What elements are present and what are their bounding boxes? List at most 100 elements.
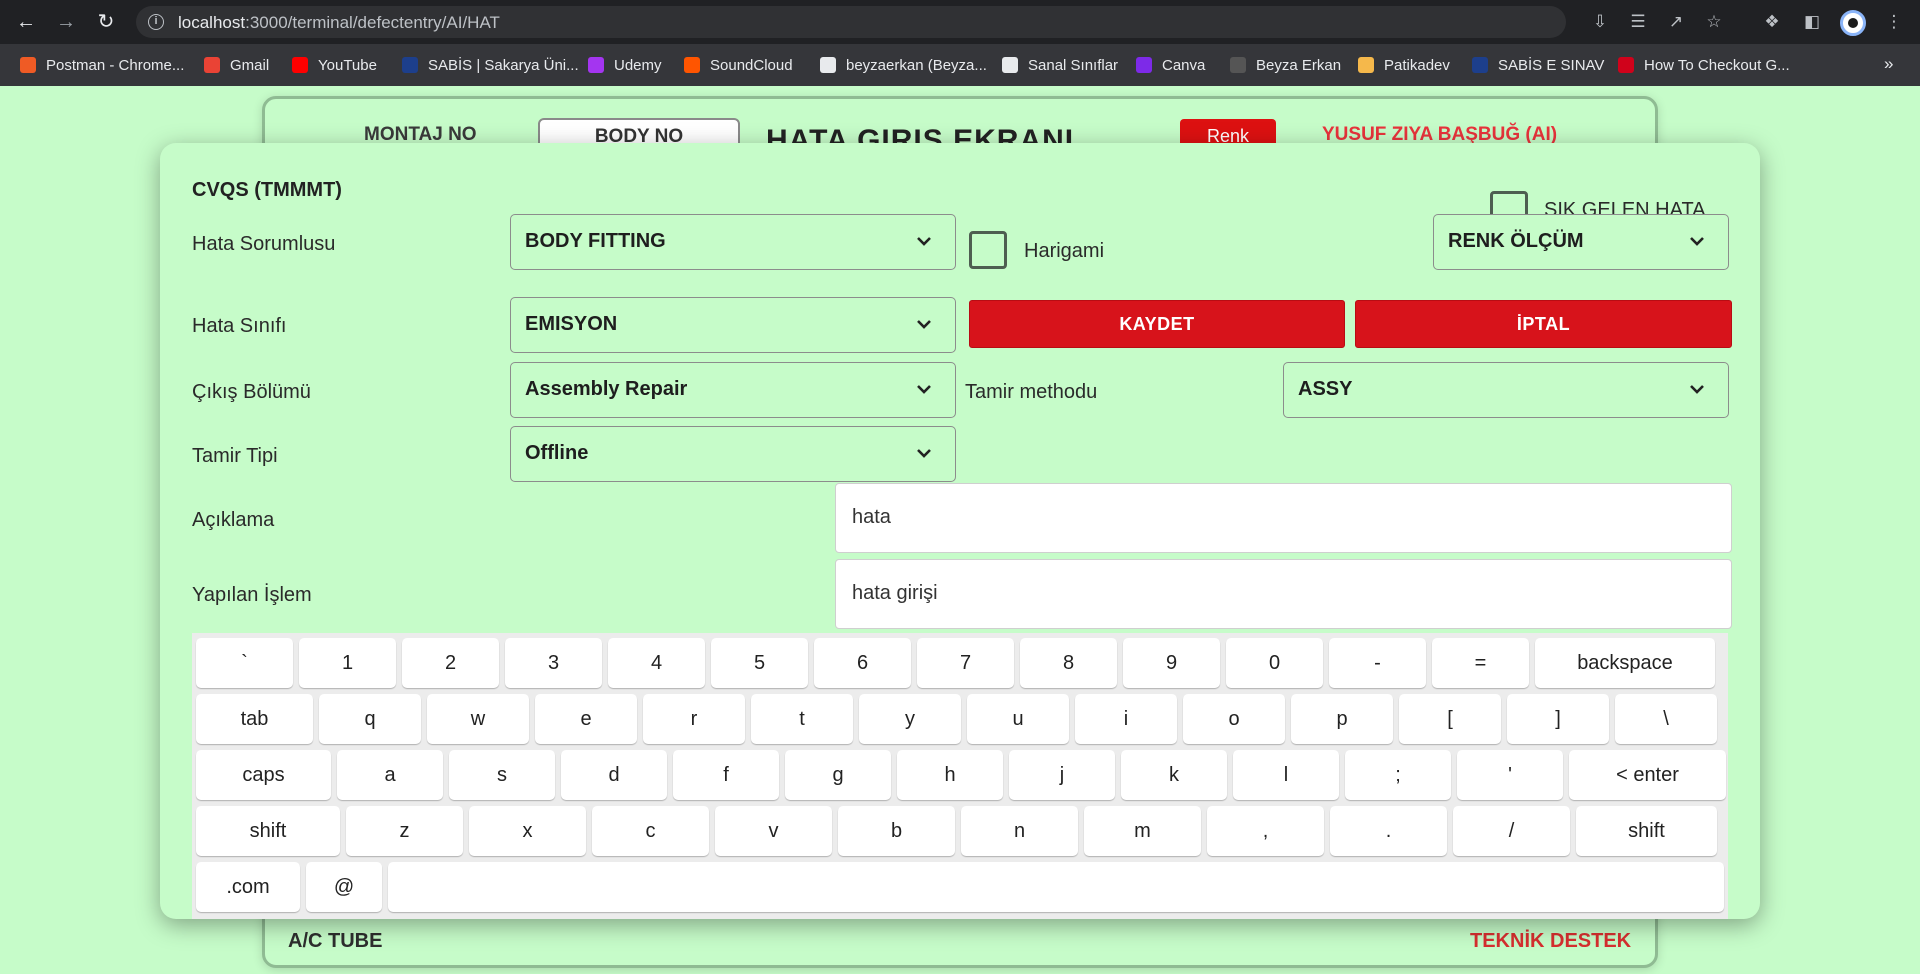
key-w[interactable]: w xyxy=(427,694,529,744)
key-quote[interactable]: ' xyxy=(1457,750,1563,800)
bookmark-star-icon[interactable]: ☆ xyxy=(1702,10,1726,34)
install-icon[interactable]: ⇩ xyxy=(1588,10,1612,34)
key-5[interactable]: 5 xyxy=(711,638,808,688)
key-dotcom[interactable]: .com xyxy=(196,862,300,912)
key-shift-left[interactable]: shift xyxy=(196,806,340,856)
cikis-bolumu-value: Assembly Repair xyxy=(525,378,688,400)
key-open-bracket[interactable]: [ xyxy=(1399,694,1501,744)
hata-sinifi-select[interactable]: EMISYON xyxy=(510,297,956,353)
iptal-button[interactable]: İPTAL xyxy=(1355,300,1732,348)
forward-icon[interactable]: → xyxy=(52,8,80,36)
back-icon[interactable]: ← xyxy=(12,8,40,36)
key-u[interactable]: u xyxy=(967,694,1069,744)
extensions-icon[interactable]: ❖ xyxy=(1760,10,1784,34)
bookmark-item[interactable]: SoundCloud xyxy=(684,55,793,75)
key-semicolon[interactable]: ; xyxy=(1345,750,1451,800)
key-o[interactable]: o xyxy=(1183,694,1285,744)
renk-olcum-select[interactable]: RENK ÖLÇÜM xyxy=(1433,214,1729,270)
key-minus[interactable]: - xyxy=(1329,638,1426,688)
bookmark-item[interactable]: Beyza Erkan xyxy=(1230,55,1341,75)
key-m[interactable]: m xyxy=(1084,806,1201,856)
tamir-tipi-select[interactable]: Offline xyxy=(510,426,956,482)
side-panel-icon[interactable]: ◧ xyxy=(1800,10,1824,34)
bookmark-label: How To Checkout G... xyxy=(1644,56,1790,74)
key-f[interactable]: f xyxy=(673,750,779,800)
key-c[interactable]: c xyxy=(592,806,709,856)
key-backspace[interactable]: backspace xyxy=(1535,638,1715,688)
bookmark-item[interactable]: SABİS E SINAV xyxy=(1472,55,1604,75)
tamir-methodu-select[interactable]: ASSY xyxy=(1283,362,1729,418)
site-info-icon[interactable]: i xyxy=(148,14,164,30)
key-2[interactable]: 2 xyxy=(402,638,499,688)
aciklama-input[interactable]: hata xyxy=(835,483,1732,553)
bookmark-item[interactable]: Gmail xyxy=(204,55,269,75)
translate-icon[interactable]: ☰ xyxy=(1626,10,1650,34)
key-s[interactable]: s xyxy=(449,750,555,800)
key-shift-right[interactable]: shift xyxy=(1576,806,1717,856)
bookmark-item[interactable]: Canva xyxy=(1136,55,1205,75)
key-comma[interactable]: , xyxy=(1207,806,1324,856)
bookmark-item[interactable]: Patikadev xyxy=(1358,55,1450,75)
teknik-destek-link[interactable]: TEKNİK DESTEK xyxy=(1470,930,1631,953)
bookmarks-overflow-icon[interactable]: » xyxy=(1884,54,1893,74)
url-text: localhost:3000/terminal/defectentry/AI/H… xyxy=(178,13,500,33)
key-j[interactable]: j xyxy=(1009,750,1115,800)
key-equals[interactable]: = xyxy=(1432,638,1529,688)
key-7[interactable]: 7 xyxy=(917,638,1014,688)
key-caps[interactable]: caps xyxy=(196,750,331,800)
key-p[interactable]: p xyxy=(1291,694,1393,744)
key-l[interactable]: l xyxy=(1233,750,1339,800)
key-y[interactable]: y xyxy=(859,694,961,744)
key-d[interactable]: d xyxy=(561,750,667,800)
key-a[interactable]: a xyxy=(337,750,443,800)
key-9[interactable]: 9 xyxy=(1123,638,1220,688)
address-bar[interactable]: i localhost:3000/terminal/defectentry/AI… xyxy=(136,6,1722,38)
key-6[interactable]: 6 xyxy=(814,638,911,688)
key-g[interactable]: g xyxy=(785,750,891,800)
hata-sorumlusu-select[interactable]: BODY FITTING xyxy=(510,214,956,270)
key-period[interactable]: . xyxy=(1330,806,1447,856)
key-e[interactable]: e xyxy=(535,694,637,744)
key-n[interactable]: n xyxy=(961,806,1078,856)
key-8[interactable]: 8 xyxy=(1020,638,1117,688)
bookmark-item[interactable]: Sanal Sınıflar xyxy=(1002,55,1118,75)
key-x[interactable]: x xyxy=(469,806,586,856)
key-slash[interactable]: / xyxy=(1453,806,1570,856)
bookmark-item[interactable]: How To Checkout G... xyxy=(1618,55,1790,75)
bookmark-item[interactable]: Postman - Chrome... xyxy=(20,55,184,75)
key-tab[interactable]: tab xyxy=(196,694,313,744)
bookmark-item[interactable]: Udemy xyxy=(588,55,662,75)
key-r[interactable]: r xyxy=(643,694,745,744)
key-t[interactable]: t xyxy=(751,694,853,744)
share-icon[interactable]: ↗ xyxy=(1664,10,1688,34)
bookmark-item[interactable]: YouTube xyxy=(292,55,377,75)
key-space[interactable] xyxy=(388,862,1724,912)
profile-avatar[interactable] xyxy=(1840,10,1866,36)
harigami-checkbox[interactable] xyxy=(969,231,1007,269)
reload-icon[interactable]: ↻ xyxy=(92,8,120,36)
key-backslash[interactable]: \ xyxy=(1615,694,1717,744)
key-k[interactable]: k xyxy=(1121,750,1227,800)
key-at[interactable]: @ xyxy=(306,862,382,912)
menu-icon[interactable]: ⋮ xyxy=(1882,10,1906,34)
bookmark-item[interactable]: SABİS | Sakarya Üni... xyxy=(402,55,579,75)
key-backtick[interactable]: ` xyxy=(196,638,293,688)
key-v[interactable]: v xyxy=(715,806,832,856)
key-1[interactable]: 1 xyxy=(299,638,396,688)
bookmark-item[interactable]: beyzaerkan (Beyza... xyxy=(820,55,987,75)
key-b[interactable]: b xyxy=(838,806,955,856)
key-z[interactable]: z xyxy=(346,806,463,856)
renk-olcum-value: RENK ÖLÇÜM xyxy=(1448,230,1584,252)
chevron-down-icon xyxy=(917,237,931,246)
key-0[interactable]: 0 xyxy=(1226,638,1323,688)
key-close-bracket[interactable]: ] xyxy=(1507,694,1609,744)
key-i[interactable]: i xyxy=(1075,694,1177,744)
key-4[interactable]: 4 xyxy=(608,638,705,688)
key-enter[interactable]: < enter xyxy=(1569,750,1726,800)
key-q[interactable]: q xyxy=(319,694,421,744)
kaydet-button[interactable]: KAYDET xyxy=(969,300,1345,348)
key-h[interactable]: h xyxy=(897,750,1003,800)
yapilan-islem-input[interactable]: hata girişi xyxy=(835,559,1732,629)
key-3[interactable]: 3 xyxy=(505,638,602,688)
cikis-bolumu-select[interactable]: Assembly Repair xyxy=(510,362,956,418)
